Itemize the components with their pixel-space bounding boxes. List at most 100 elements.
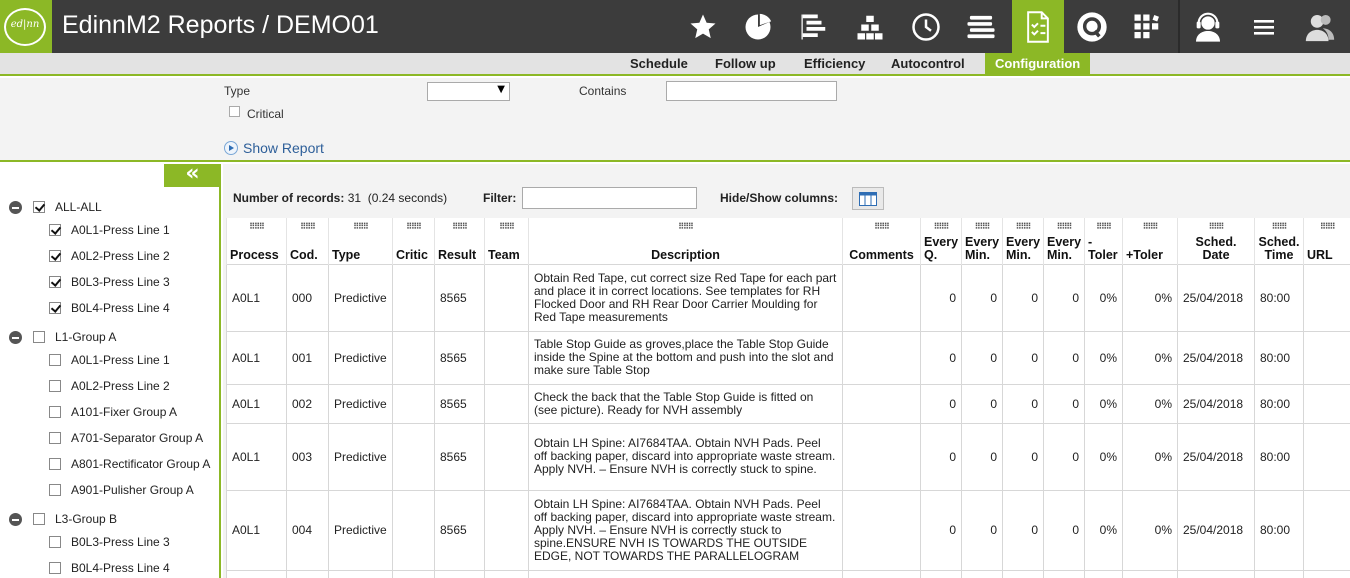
tree-item[interactable]: A0L2-Press Line 2: [49, 248, 170, 264]
tree-checkbox[interactable]: [49, 276, 61, 288]
star-icon[interactable]: [677, 0, 729, 53]
drag-grip-icon[interactable]: ⠿⠿⠿: [1085, 223, 1122, 231]
filter-input[interactable]: [522, 187, 697, 209]
drag-grip-icon[interactable]: ⠿⠿⠿: [329, 223, 392, 231]
hide-show-columns-button[interactable]: [852, 187, 884, 210]
tree-item[interactable]: B0L4-Press Line 4: [49, 300, 170, 316]
drag-grip-icon[interactable]: ⠿⠿⠿: [962, 223, 1002, 231]
drag-grip-icon[interactable]: ⠿⠿⠿: [1044, 223, 1084, 231]
tree-checkbox[interactable]: [49, 536, 61, 548]
column-header[interactable]: ⠿⠿⠿ Cod.: [286, 218, 329, 264]
column-header[interactable]: ⠿⠿⠿ Every Min.: [1043, 218, 1085, 264]
tree-checkbox[interactable]: [49, 458, 61, 470]
money-stack-icon[interactable]: [955, 0, 1007, 53]
table-row[interactable]: A0L1 004 Predictive 8565 Obtain LH Spine: AI…: [226, 489, 1350, 571]
pyramid-icon[interactable]: [844, 0, 896, 53]
hamburger-menu-icon[interactable]: [1238, 0, 1290, 53]
clock-icon[interactable]: [900, 0, 952, 53]
tree-item[interactable]: B0L4-Press Line 4: [49, 560, 170, 576]
tree-checkbox[interactable]: [49, 302, 61, 314]
tree-item[interactable]: A801-Rectificator Group A: [49, 456, 210, 472]
drag-grip-icon[interactable]: ⠿⠿⠿: [287, 223, 328, 231]
bar-list-icon[interactable]: [788, 0, 840, 53]
tree-checkbox[interactable]: [33, 331, 45, 343]
drag-grip-icon[interactable]: ⠿⠿⠿: [435, 223, 484, 231]
column-header[interactable]: ⠿⠿⠿ Team: [484, 218, 529, 264]
table-cell: [392, 330, 435, 385]
tree-item[interactable]: B0L3-Press Line 3: [49, 534, 170, 550]
column-header[interactable]: ⠿⠿⠿ Process: [226, 218, 287, 264]
tab-autocontrol[interactable]: Autocontrol: [881, 53, 975, 74]
q-circle-icon[interactable]: [1066, 0, 1118, 53]
column-header[interactable]: ⠿⠿⠿ +Toler: [1122, 218, 1178, 264]
collapse-minus-icon[interactable]: [9, 512, 22, 526]
tab-configuration[interactable]: Configuration: [985, 53, 1091, 74]
pie-chart-icon[interactable]: [732, 0, 784, 53]
column-header[interactable]: ⠿⠿⠿ Every Min.: [1002, 218, 1044, 264]
tree-checkbox[interactable]: [33, 513, 45, 525]
drag-grip-icon[interactable]: ⠿⠿⠿: [1123, 223, 1177, 231]
table-row[interactable]: [226, 569, 1350, 578]
tree-checkbox[interactable]: [49, 354, 61, 366]
tree-item[interactable]: A101-Fixer Group A: [49, 404, 177, 420]
table-row[interactable]: A0L1 000 Predictive 8565 Obtain Red Tape, cu…: [226, 263, 1350, 332]
column-header-label: Every Q.: [924, 234, 959, 262]
tree-checkbox[interactable]: [33, 201, 45, 213]
drag-grip-icon[interactable]: ⠿⠿⠿: [393, 223, 434, 231]
drag-grip-icon[interactable]: ⠿⠿⠿: [529, 223, 842, 231]
column-header[interactable]: ⠿⠿⠿ Every Min.: [961, 218, 1003, 264]
tree-checkbox[interactable]: [49, 484, 61, 496]
table-row[interactable]: A0L1 002 Predictive 8565 Check the back that…: [226, 383, 1350, 424]
collapse-minus-icon[interactable]: [9, 200, 22, 214]
user-icon[interactable]: [1294, 0, 1346, 53]
type-select[interactable]: ▼: [427, 82, 510, 101]
tree-group-l3[interactable]: L3-Group B: [9, 511, 117, 527]
collapse-minus-icon[interactable]: [9, 330, 22, 344]
tab-efficiency[interactable]: Efficiency: [794, 53, 875, 74]
tree-item[interactable]: A0L1-Press Line 1: [49, 222, 170, 238]
column-header[interactable]: ⠿⠿⠿ Comments: [842, 218, 921, 264]
column-header[interactable]: ⠿⠿⠿ - Toler: [1084, 218, 1123, 264]
grid-tiles-icon[interactable]: [1121, 0, 1173, 53]
tree-checkbox[interactable]: [49, 406, 61, 418]
tree-checkbox[interactable]: [49, 562, 61, 574]
table-row[interactable]: A0L1 003 Predictive 8565 Obtain LH Spine: AI…: [226, 422, 1350, 491]
drag-grip-icon[interactable]: ⠿⠿⠿: [1178, 223, 1254, 231]
tree-checkbox[interactable]: [49, 380, 61, 392]
drag-grip-icon[interactable]: ⠿⠿⠿: [921, 223, 961, 231]
drag-grip-icon[interactable]: ⠿⠿⠿: [843, 223, 920, 231]
column-header[interactable]: ⠿⠿⠿ Every Q.: [920, 218, 962, 264]
column-header[interactable]: ⠿⠿⠿ Sched. Date: [1177, 218, 1255, 264]
support-agent-icon[interactable]: [1182, 0, 1234, 53]
tree-group-l1[interactable]: L1-Group A: [9, 329, 116, 345]
tree-item[interactable]: A0L1-Press Line 1: [49, 352, 170, 368]
tree-checkbox[interactable]: [49, 224, 61, 236]
column-header[interactable]: ⠿⠿⠿ Type: [328, 218, 393, 264]
column-header[interactable]: ⠿⠿⠿ URL: [1303, 218, 1350, 264]
tree-item[interactable]: B0L3-Press Line 3: [49, 274, 170, 290]
tab-schedule[interactable]: Schedule: [620, 53, 698, 74]
tab-follow-up[interactable]: Follow up: [705, 53, 786, 74]
tree-item[interactable]: A901-Pulisher Group A: [49, 482, 194, 498]
tree-checkbox[interactable]: [49, 432, 61, 444]
drag-grip-icon[interactable]: ⠿⠿⠿: [1304, 223, 1350, 231]
tree-item[interactable]: A701-Separator Group A: [49, 430, 203, 446]
show-report-link[interactable]: Show Report: [224, 140, 324, 156]
drag-grip-icon[interactable]: ⠿⠿⠿: [1003, 223, 1043, 231]
edinn-logo[interactable]: ed|nn: [0, 0, 52, 53]
tree-checkbox[interactable]: [49, 250, 61, 262]
tree-item[interactable]: A0L2-Press Line 2: [49, 378, 170, 394]
tree-group-all[interactable]: ALL-ALL: [9, 199, 102, 215]
drag-grip-icon[interactable]: ⠿⠿⠿: [227, 223, 286, 231]
table-row[interactable]: A0L1 001 Predictive 8565 Table Stop Guide as…: [226, 330, 1350, 385]
column-header[interactable]: ⠿⠿⠿ Description: [528, 218, 843, 264]
checklist-doc-icon[interactable]: [1012, 0, 1064, 53]
drag-grip-icon[interactable]: ⠿⠿⠿: [1255, 223, 1303, 231]
contains-input[interactable]: [666, 81, 837, 101]
collapse-sidebar-button[interactable]: «: [164, 163, 221, 187]
drag-grip-icon[interactable]: ⠿⠿⠿: [485, 223, 528, 231]
critical-checkbox[interactable]: [229, 106, 240, 117]
column-header[interactable]: ⠿⠿⠿ Sched. Time: [1254, 218, 1304, 264]
column-header[interactable]: ⠿⠿⠿ Critic: [392, 218, 435, 264]
column-header[interactable]: ⠿⠿⠿ Result: [434, 218, 485, 264]
